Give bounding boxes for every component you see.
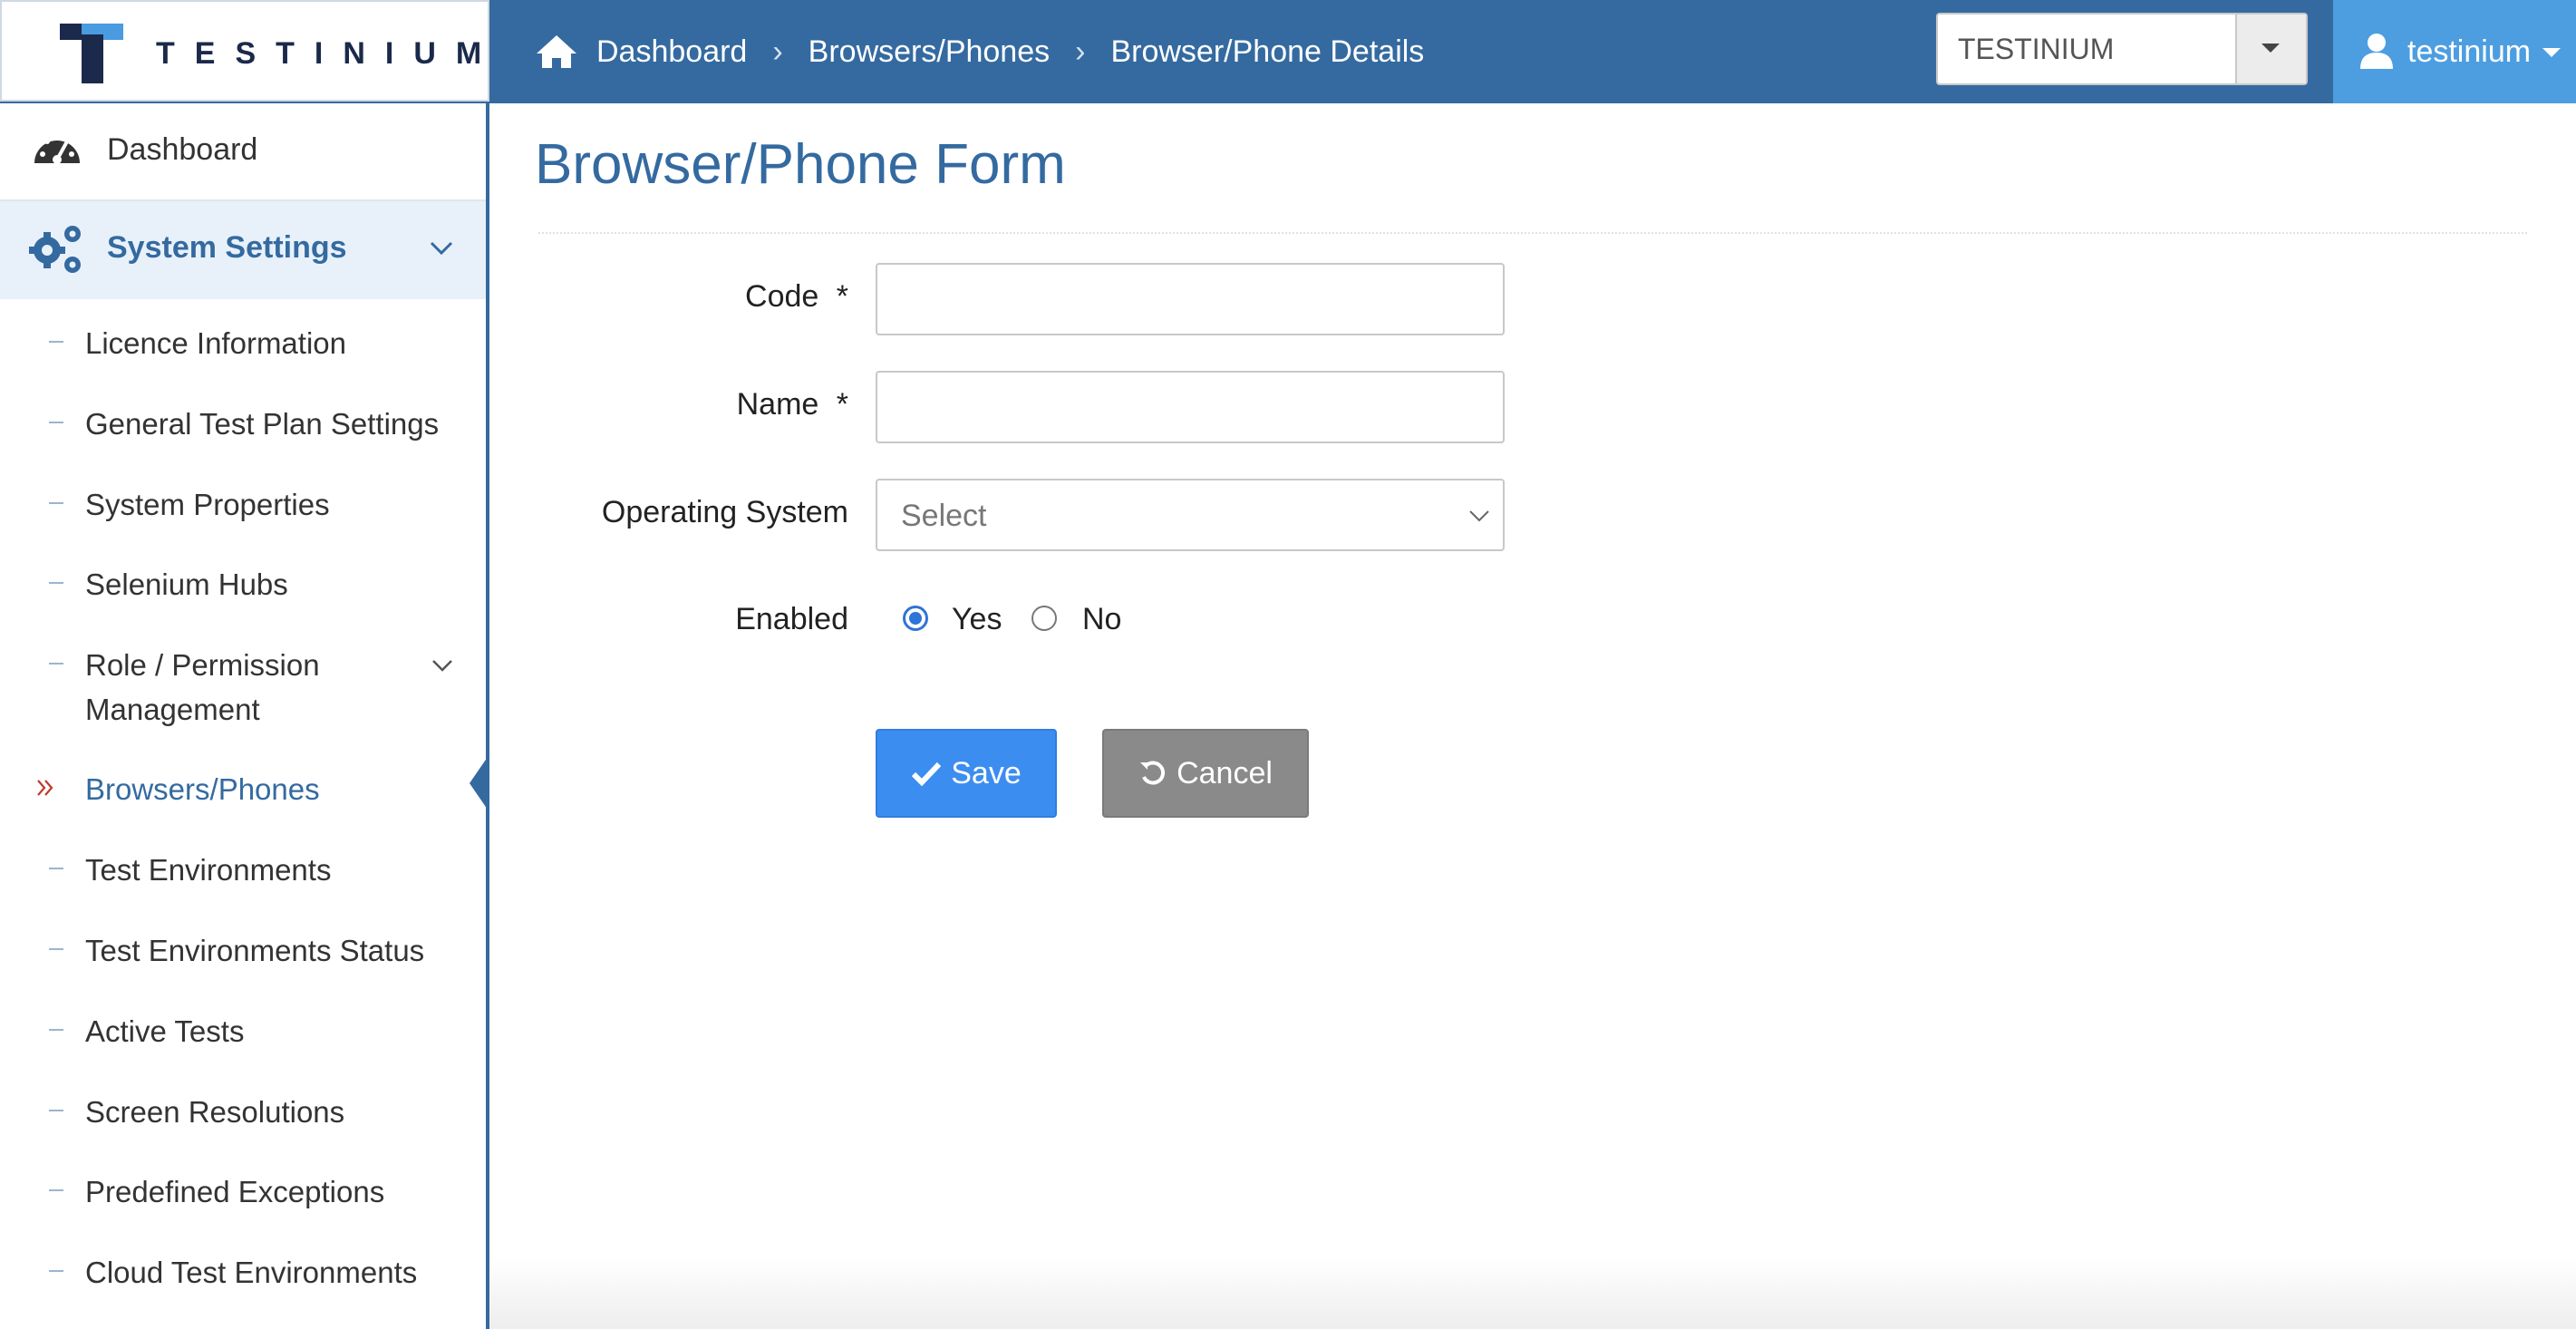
- tree-dash: [49, 868, 63, 869]
- sidebar-item-label: Test Environments: [85, 853, 332, 887]
- operating-system-select-value: Select: [901, 499, 987, 533]
- breadcrumb-separator-icon: ›: [772, 34, 783, 69]
- sidebar-section-label: System Settings: [107, 230, 347, 265]
- undo-icon: [1140, 761, 1166, 785]
- sidebar-item-label: Cloud Test Environments: [85, 1256, 418, 1289]
- sidebar-item-label: General Test Plan Settings: [85, 407, 440, 441]
- tree-dash: [49, 948, 63, 950]
- top-navbar: TESTINIUM Dashboard › Browsers/Phones › …: [0, 0, 2576, 103]
- tenant-select-value: TESTINIUM: [1958, 33, 2115, 65]
- bottom-shade: [489, 1256, 2576, 1329]
- sidebar-item-label: Screen Resolutions: [85, 1095, 345, 1129]
- sidebar-item-dashboard[interactable]: Dashboard: [0, 103, 486, 201]
- home-icon[interactable]: [535, 34, 578, 70]
- sidebar-item-label: Licence Information: [85, 326, 346, 360]
- chevron-down-icon[interactable]: [430, 241, 453, 256]
- sidebar-item-label: Dashboard: [107, 132, 258, 167]
- os-label: Operating System: [601, 495, 848, 529]
- user-name: testinium: [2407, 34, 2532, 69]
- brand-name: TESTINIUM: [156, 36, 502, 71]
- user-menu[interactable]: testinium: [2333, 0, 2576, 103]
- enabled-yes-label[interactable]: Yes: [952, 602, 1002, 637]
- breadcrumb-current: Browser/Phone Details: [1110, 34, 1425, 69]
- code-input[interactable]: [876, 263, 1505, 335]
- sidebar-item-label: System Properties: [85, 488, 330, 521]
- gears-icon: [29, 226, 81, 273]
- brand-logo[interactable]: TESTINIUM: [0, 0, 489, 102]
- operating-system-select[interactable]: Select: [876, 479, 1505, 551]
- caret-down-icon: [2542, 48, 2561, 57]
- enabled-yes-radio[interactable]: [903, 606, 928, 631]
- title-divider: [538, 232, 2527, 234]
- enabled-label: Enabled: [735, 602, 848, 636]
- user-icon: [2360, 34, 2393, 69]
- name-input[interactable]: [876, 371, 1505, 443]
- tree-dash: [49, 1029, 63, 1031]
- sidebar: Dashboard System Settings Licence Inform…: [0, 103, 489, 1329]
- breadcrumb: Dashboard › Browsers/Phones › Browser/Ph…: [535, 0, 1424, 103]
- tenant-select[interactable]: TESTINIUM: [1936, 13, 2308, 85]
- active-item-indicator: [470, 754, 489, 812]
- save-button[interactable]: Save: [876, 729, 1057, 818]
- code-label-text: Code: [745, 279, 819, 314]
- tree-dash: [49, 1110, 63, 1111]
- chevron-down-icon[interactable]: [431, 659, 453, 672]
- sidebar-section-system-settings[interactable]: System Settings: [0, 201, 486, 299]
- required-mark: *: [836, 387, 848, 422]
- breadcrumb-browsers-phones[interactable]: Browsers/Phones: [809, 34, 1050, 70]
- tree-dash: [49, 1270, 63, 1272]
- sidebar-item-label: Role / Permission: [85, 648, 320, 682]
- sidebar-item-label: Active Tests: [85, 1014, 245, 1048]
- sidebar-item-label: Test Environments Status: [85, 934, 425, 967]
- check-icon: [912, 762, 942, 786]
- cancel-button[interactable]: Cancel: [1102, 729, 1309, 818]
- tree-dash: [49, 663, 63, 664]
- name-label: Name *: [535, 387, 848, 422]
- tenant-dropdown-button[interactable]: [2235, 15, 2306, 83]
- tree-dash: [49, 582, 63, 584]
- chevron-down-icon: [1469, 510, 1489, 522]
- breadcrumb-dashboard[interactable]: Dashboard: [596, 34, 747, 70]
- testinium-logo-icon: [60, 24, 123, 83]
- tree-dash: [49, 341, 63, 343]
- caret-down-icon: [2261, 44, 2280, 53]
- double-chevron-right-icon: [37, 780, 53, 796]
- code-label: Code *: [535, 279, 848, 315]
- name-label-text: Name: [736, 387, 819, 422]
- tree-dash: [49, 1189, 63, 1191]
- sidebar-item-label-line2: Management: [85, 693, 260, 726]
- tree-dash: [49, 422, 63, 423]
- speedometer-icon: [34, 134, 80, 164]
- tree-dash: [49, 502, 63, 504]
- sidebar-item-label: Selenium Hubs: [85, 567, 288, 601]
- enabled-no-label[interactable]: No: [1082, 602, 1121, 637]
- save-button-label: Save: [951, 755, 1022, 791]
- enabled-no-radio[interactable]: [1031, 606, 1057, 631]
- required-mark: *: [836, 279, 848, 314]
- sidebar-item-label: Browsers/Phones: [85, 772, 320, 806]
- cancel-button-label: Cancel: [1177, 755, 1273, 791]
- breadcrumb-separator-icon: ›: [1075, 34, 1086, 69]
- sidebar-item-label: Predefined Exceptions: [85, 1175, 385, 1208]
- page-title: Browser/Phone Form: [535, 133, 1066, 196]
